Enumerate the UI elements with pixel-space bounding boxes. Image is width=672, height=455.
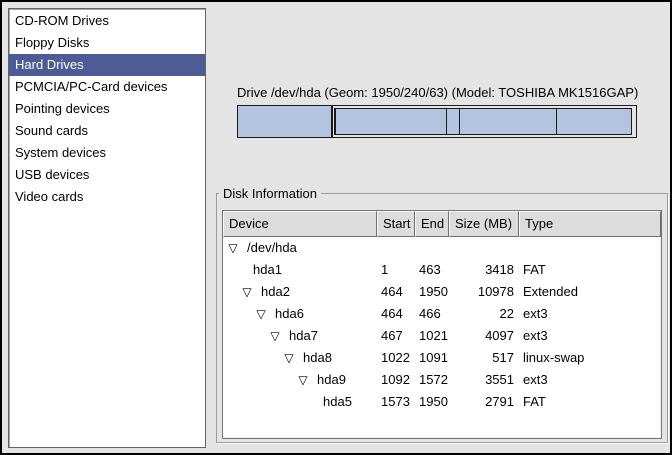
type-cell: ext3 [519,325,661,347]
sidebar-item-cd-rom-drives[interactable]: CD-ROM Drives [9,10,205,32]
table-row-hda6[interactable]: ▽ hda6 46446622ext3 [223,303,661,325]
sidebar-item-pcmcia-pc-card-devices[interactable]: PCMCIA/PC-Card devices [9,76,205,98]
start-cell [377,237,415,259]
size-cell: 2791 [449,391,519,413]
end-cell: 1950 [415,391,449,413]
sidebar-item-sound-cards[interactable]: Sound cards [9,120,205,142]
start-cell: 1573 [377,391,415,413]
end-cell [415,237,449,259]
device-category-list: CD-ROM DrivesFloppy DisksHard DrivesPCMC… [8,8,206,448]
column-header-size[interactable]: Size (MB) [449,211,519,237]
column-header-start[interactable]: Start [377,211,415,237]
table-row-dev-hda[interactable]: ▽ /dev/hda [223,237,661,259]
size-cell: 10978 [449,281,519,303]
type-cell: FAT [519,259,661,281]
device-name: hda7 [289,325,318,347]
end-cell: 1950 [415,281,449,303]
device-name: /dev/hda [247,237,297,259]
partition-segment-hda9 [459,108,556,135]
partition-segment-hda2 [332,105,637,138]
device-cell: ▽ hda8 [223,347,377,369]
device-name: hda9 [317,369,346,391]
end-cell: 463 [415,259,449,281]
disk-information-group: Disk Information Device Start End Size (… [216,193,668,443]
device-name: hda2 [261,281,290,303]
expander-icon[interactable]: ▽ [282,347,296,369]
size-cell: 4097 [449,325,519,347]
size-cell: 3551 [449,369,519,391]
sidebar-item-system-devices[interactable]: System devices [9,142,205,164]
device-cell: ▽ hda2 [223,281,377,303]
hardware-browser-window: { "colors": { "selection": "#4d5c96", "p… [0,0,672,455]
partition-segment-hda8 [446,108,460,135]
type-cell: ext3 [519,369,661,391]
column-header-type[interactable]: Type [519,211,661,237]
partition-bar [237,105,637,138]
type-cell [519,237,661,259]
size-cell [449,237,519,259]
table-row-hda9[interactable]: ▽ hda9 109215723551ext3 [223,369,661,391]
expander-icon[interactable]: ▽ [226,237,240,259]
device-cell: ▽ hda7 [223,325,377,347]
end-cell: 466 [415,303,449,325]
disk-information-title: Disk Information [219,186,321,201]
partition-segment-hda7 [335,108,447,135]
device-name: hda8 [303,347,332,369]
sidebar-item-video-cards[interactable]: Video cards [9,186,205,208]
column-header-end[interactable]: End [415,211,449,237]
start-cell: 1 [377,259,415,281]
device-cell: ▽ /dev/hda [223,237,377,259]
expander-icon[interactable]: ▽ [254,303,268,325]
start-cell: 464 [377,281,415,303]
expander-icon[interactable]: ▽ [296,369,310,391]
size-cell: 3418 [449,259,519,281]
window-content: CD-ROM DrivesFloppy DisksHard DrivesPCMC… [2,2,670,453]
disk-table-body: ▽/dev/hdahda114633418FAT▽hda246419501097… [223,237,661,413]
table-row-hda5[interactable]: hda5 157319502791FAT [223,391,661,413]
expander-icon[interactable]: ▽ [268,325,282,347]
size-cell: 22 [449,303,519,325]
end-cell: 1572 [415,369,449,391]
disk-table-header: Device Start End Size (MB) Type [223,211,661,237]
table-row-hda1[interactable]: hda1 14633418FAT [223,259,661,281]
end-cell: 1021 [415,325,449,347]
device-name: hda6 [275,303,304,325]
table-row-hda7[interactable]: ▽ hda7 46710214097ext3 [223,325,661,347]
expander-icon[interactable]: ▽ [240,281,254,303]
device-name: hda1 [253,259,282,281]
size-cell: 517 [449,347,519,369]
start-cell: 1092 [377,369,415,391]
end-cell: 1091 [415,347,449,369]
table-row-hda8[interactable]: ▽ hda8 10221091517linux-swap [223,347,661,369]
partition-segment-hda1 [237,105,332,138]
device-cell: hda5 [223,391,377,413]
device-cell: hda1 [223,259,377,281]
type-cell: ext3 [519,303,661,325]
column-header-device[interactable]: Device [223,211,377,237]
type-cell: FAT [519,391,661,413]
sidebar-item-usb-devices[interactable]: USB devices [9,164,205,186]
device-name: hda5 [323,391,352,413]
table-row-hda2[interactable]: ▽ hda2 464195010978Extended [223,281,661,303]
start-cell: 1022 [377,347,415,369]
partition-segment-hda5 [556,108,633,135]
sidebar-item-floppy-disks[interactable]: Floppy Disks [9,32,205,54]
device-cell: ▽ hda6 [223,303,377,325]
start-cell: 464 [377,303,415,325]
type-cell: Extended [519,281,661,303]
disk-table: Device Start End Size (MB) Type ▽ /dev/hd… [222,210,662,439]
sidebar-item-hard-drives[interactable]: Hard Drives [9,54,205,76]
start-cell: 467 [377,325,415,347]
drive-info-label: Drive /dev/hda (Geom: 1950/240/63) (Mode… [237,84,637,102]
type-cell: linux-swap [519,347,661,369]
device-cell: ▽ hda9 [223,369,377,391]
sidebar-item-pointing-devices[interactable]: Pointing devices [9,98,205,120]
